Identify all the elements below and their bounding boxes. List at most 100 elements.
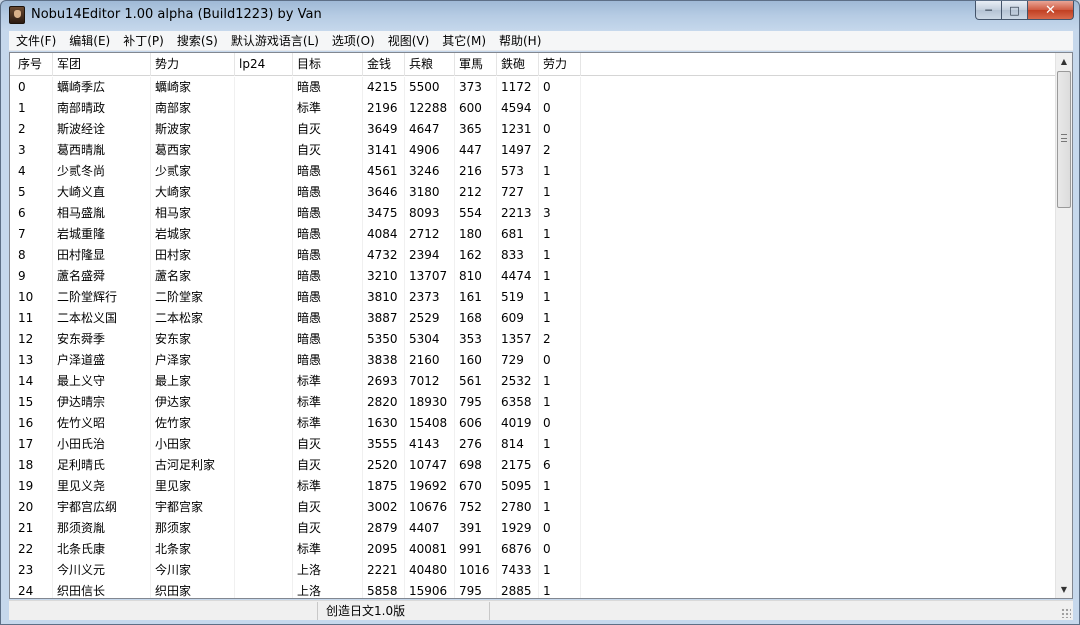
table-cell: 1 <box>539 497 581 518</box>
table-cell: 1 <box>539 224 581 245</box>
table-row[interactable]: 20 宇都宫広纲 宇都宫家 自灭 3002 10676 752 2780 1 <box>10 497 1056 518</box>
table-cell: 自灭 <box>293 140 363 161</box>
vertical-scrollbar[interactable]: ▲ ▼ <box>1055 53 1072 598</box>
scroll-down-icon: ▼ <box>1060 585 1068 594</box>
scroll-down-button[interactable]: ▼ <box>1056 581 1072 598</box>
scroll-thumb[interactable] <box>1057 71 1071 208</box>
table-cell: 3 <box>14 140 53 161</box>
table-cell: 17 <box>14 434 53 455</box>
table-cell: 554 <box>455 203 497 224</box>
table-row[interactable]: 4 少贰冬尚 少贰家 暗愚 4561 3246 216 573 1 <box>10 161 1056 182</box>
menu-item[interactable]: 选项(O) <box>325 31 381 51</box>
table-row[interactable]: 21 那须资胤 那须家 自灭 2879 4407 391 1929 0 <box>10 518 1056 539</box>
scroll-up-button[interactable]: ▲ <box>1056 53 1072 70</box>
table-cell: 2520 <box>363 455 405 476</box>
column-header[interactable]: 軍馬 <box>455 53 497 76</box>
table-cell <box>235 182 293 203</box>
table-row[interactable]: 12 安东舜季 安东家 暗愚 5350 5304 353 1357 2 <box>10 329 1056 350</box>
column-header[interactable]: 兵粮 <box>405 53 455 76</box>
table-cell: 5858 <box>363 581 405 598</box>
menu-item[interactable]: 视图(V) <box>381 31 436 51</box>
table-cell: 暗愚 <box>293 308 363 329</box>
close-button[interactable]: ✕ <box>1028 1 1074 20</box>
table-cell: 暗愚 <box>293 182 363 203</box>
table-row[interactable]: 9 蘆名盛舜 蘆名家 暗愚 3210 13707 810 4474 1 <box>10 266 1056 287</box>
table-cell: 蠣崎家 <box>151 77 235 98</box>
table-row[interactable]: 8 田村隆显 田村家 暗愚 4732 2394 162 833 1 <box>10 245 1056 266</box>
table-cell: 3002 <box>363 497 405 518</box>
table-row[interactable]: 13 户泽道盛 户泽家 暗愚 3838 2160 160 729 0 <box>10 350 1056 371</box>
table-cell: 4407 <box>405 518 455 539</box>
table-cell: 7433 <box>497 560 539 581</box>
table-cell: 8093 <box>405 203 455 224</box>
table-row[interactable]: 7 岩城重隆 岩城家 暗愚 4084 2712 180 681 1 <box>10 224 1056 245</box>
table-cell: 2213 <box>497 203 539 224</box>
table-row[interactable]: 14 最上义守 最上家 标準 2693 7012 561 2532 1 <box>10 371 1056 392</box>
table-cell <box>235 434 293 455</box>
table-cell: 4143 <box>405 434 455 455</box>
column-header[interactable]: 序号 <box>14 53 53 76</box>
menu-item[interactable]: 补丁(P) <box>116 31 170 51</box>
table-cell <box>235 161 293 182</box>
maximize-button[interactable]: □ <box>1002 1 1028 20</box>
table-cell: 365 <box>455 119 497 140</box>
menu-item[interactable]: 编辑(E) <box>62 31 116 51</box>
table-cell: 3180 <box>405 182 455 203</box>
table-cell: 18930 <box>405 392 455 413</box>
column-header[interactable]: 势力 <box>151 53 235 76</box>
table-cell: 4732 <box>363 245 405 266</box>
table-cell <box>235 560 293 581</box>
table-cell: 2221 <box>363 560 405 581</box>
menu-item[interactable]: 搜索(S) <box>170 31 224 51</box>
table-cell: 1 <box>539 434 581 455</box>
table-cell: 暗愚 <box>293 350 363 371</box>
table-cell: 6 <box>14 203 53 224</box>
column-header[interactable]: 劳力 <box>539 53 581 76</box>
table-cell: 2175 <box>497 455 539 476</box>
table-row[interactable]: 0 蠣崎季広 蠣崎家 暗愚 4215 5500 373 1172 0 <box>10 77 1056 98</box>
table-row[interactable]: 5 大崎义直 大崎家 暗愚 3646 3180 212 727 1 <box>10 182 1056 203</box>
column-header[interactable]: 金钱 <box>363 53 405 76</box>
title-bar[interactable]: Nobu14Editor 1.00 alpha (Build1223) by V… <box>1 1 1079 29</box>
table-cell: 15906 <box>405 581 455 598</box>
table-row[interactable]: 24 织田信长 织田家 上洛 5858 15906 795 2885 1 <box>10 581 1056 598</box>
table-row[interactable]: 10 二阶堂辉行 二阶堂家 暗愚 3810 2373 161 519 1 <box>10 287 1056 308</box>
column-header[interactable]: 目标 <box>293 53 363 76</box>
table-cell: 447 <box>455 140 497 161</box>
menu-item[interactable]: 文件(F) <box>9 31 62 51</box>
table-row[interactable]: 15 伊达晴宗 伊达家 标準 2820 18930 795 6358 1 <box>10 392 1056 413</box>
table-row[interactable]: 23 今川义元 今川家 上洛 2221 40480 1016 7433 1 <box>10 560 1056 581</box>
table-row[interactable]: 11 二本松义国 二本松家 暗愚 3887 2529 168 609 1 <box>10 308 1056 329</box>
menu-item[interactable]: 帮助(H) <box>492 31 547 51</box>
minimize-button[interactable]: ─ <box>975 1 1002 20</box>
window-title: Nobu14Editor 1.00 alpha (Build1223) by V… <box>31 7 322 22</box>
table-row[interactable]: 1 南部晴政 南部家 标準 2196 12288 600 4594 0 <box>10 98 1056 119</box>
table-row[interactable]: 3 葛西晴胤 葛西家 自灭 3141 4906 447 1497 2 <box>10 140 1056 161</box>
column-header[interactable]: 鉄砲 <box>497 53 539 76</box>
resize-grip-icon[interactable] <box>1061 608 1071 618</box>
table-cell: 729 <box>497 350 539 371</box>
table-row[interactable]: 2 斯波经诠 斯波家 自灭 3649 4647 365 1231 0 <box>10 119 1056 140</box>
column-header[interactable]: 军团 <box>53 53 151 76</box>
table-cell: 5500 <box>405 77 455 98</box>
table-cell: 2820 <box>363 392 405 413</box>
table-cell: 标準 <box>293 476 363 497</box>
table-row[interactable]: 17 小田氏治 小田家 自灭 3555 4143 276 814 1 <box>10 434 1056 455</box>
minimize-icon: ─ <box>985 3 992 17</box>
table-cell: 二阶堂家 <box>151 287 235 308</box>
table-row[interactable]: 6 相马盛胤 相马家 暗愚 3475 8093 554 2213 3 <box>10 203 1056 224</box>
table-row[interactable]: 18 足利晴氏 古河足利家 自灭 2520 10747 698 2175 6 <box>10 455 1056 476</box>
table-row[interactable]: 19 里见义尧 里见家 标準 1875 19692 670 5095 1 <box>10 476 1056 497</box>
table-cell: 0 <box>539 77 581 98</box>
menu-item[interactable]: 其它(M) <box>435 31 492 51</box>
table-row[interactable]: 22 北条氏康 北条家 标準 2095 40081 991 6876 0 <box>10 539 1056 560</box>
app-icon[interactable] <box>9 6 25 24</box>
table-cell: 212 <box>455 182 497 203</box>
table-cell: 2 <box>14 119 53 140</box>
menu-item[interactable]: 默认游戏语言(L) <box>224 31 325 51</box>
table-row[interactable]: 16 佐竹义昭 佐竹家 标準 1630 15408 606 4019 0 <box>10 413 1056 434</box>
table-cell: 2394 <box>405 245 455 266</box>
table-cell: 蠣崎季広 <box>53 77 151 98</box>
column-header[interactable]: lp24 <box>235 53 293 76</box>
table-cell: 4215 <box>363 77 405 98</box>
